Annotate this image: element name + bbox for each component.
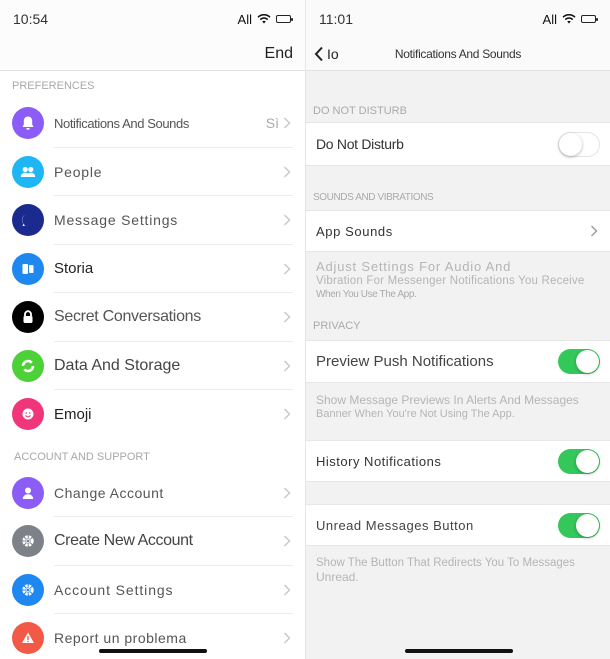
do-not-disturb-row: Do Not Disturb [306,122,610,166]
settings-row-data-storage[interactable]: Data And Storage [0,342,305,391]
history-notifications-row: History Notifications [306,440,610,482]
navigation-bar: End [0,38,305,71]
chevron-right-icon [284,360,291,372]
row-label: People [54,163,103,180]
gear-icon [12,573,44,606]
home-indicator [405,649,513,653]
app-sounds-description-2: Vibration For Messenger Notifications Yo… [316,275,585,287]
row-label: Unread Messages Button [316,517,474,533]
messenger-settings-screen: 10:54 All End PREFERENCES Notifications … [0,0,305,659]
row-label: Create New Account [54,532,193,550]
chevron-right-icon [284,535,291,547]
chevron-right-icon [284,408,291,420]
chevron-right-icon [284,117,291,129]
row-label: Storia [54,260,94,278]
end-button[interactable]: End [265,45,293,63]
data-storage-icon [12,349,44,382]
page-title: Notifications And Sounds [394,47,522,61]
notifications-sounds-screen: 11:01 All Io Notifications And Sounds DO… [305,0,610,659]
row-label: Notifications And Sounds [54,115,189,131]
settings-row-stories[interactable]: Storia [0,245,305,294]
unread-description-2: Unread. [316,570,359,584]
app-sounds-description-1: Adjust Settings For Audio And [316,259,512,274]
chevron-right-icon [284,584,291,596]
settings-row-people[interactable]: People [0,148,305,197]
row-label: Change Account [54,484,164,501]
chevron-right-icon [284,166,291,178]
lock-icon [12,301,44,334]
unread-messages-toggle[interactable] [558,512,600,538]
chevron-left-icon [314,46,323,62]
row-label: App Sounds [316,223,393,239]
section-header-do-not-disturb: DO NOT DISTURB [313,105,407,117]
row-label: Secret Conversations [54,308,201,326]
chevron-right-icon [284,632,291,644]
chevron-right-icon [284,263,291,275]
settings-row-message-settings[interactable]: Message Settings [0,196,305,245]
preview-push-description-2: Banner When You're Not Using The App. [316,408,515,420]
app-sounds-row[interactable]: App Sounds [306,210,610,252]
preview-push-row: Preview Push Notifications [306,340,610,383]
row-label: Account Settings [54,581,174,598]
row-label: Emoji [54,405,92,423]
history-notifications-toggle[interactable] [558,448,600,474]
status-bar: 11:01 All [306,0,610,38]
person-icon [12,476,44,509]
bell-icon [12,107,44,140]
navigation-bar: Io Notifications And Sounds [306,38,610,71]
carrier-label: All [237,11,252,27]
back-button[interactable]: Io [314,46,339,62]
settings-row-notifications[interactable]: Notifications And Sounds Sì [0,99,305,148]
row-label: Preview Push Notifications [316,353,494,370]
home-indicator [99,649,207,653]
chevron-right-icon [284,214,291,226]
message-bubble-icon [12,204,44,237]
status-time: 10:54 [13,11,49,27]
preview-push-toggle[interactable] [558,349,600,374]
unread-messages-row: Unread Messages Button [306,504,610,546]
unread-description-1: Show The Button That Redirects You To Me… [316,557,575,569]
settings-row-create-account[interactable]: Create New Account [0,517,305,566]
battery-icon [581,15,598,23]
chevron-right-icon [284,487,291,499]
gear-icon [12,525,44,558]
do-not-disturb-toggle[interactable] [558,131,600,157]
chevron-right-icon [284,311,291,323]
warning-icon [12,622,44,655]
people-icon [12,155,44,188]
row-label: Report un problema [54,630,187,647]
status-time: 11:01 [319,11,353,27]
section-header-privacy: PRIVACY [313,320,361,332]
row-value: Sì [265,115,279,132]
smiley-icon [12,398,44,431]
section-header-preferences: PREFERENCES [12,80,95,92]
settings-row-emoji[interactable]: Emoji [0,390,305,439]
back-label: Io [327,46,339,62]
wifi-icon [562,14,576,24]
stories-icon [12,252,44,285]
chevron-right-icon [591,225,598,237]
section-header-sounds-vibrations: SOUNDS AND VIBRATIONS [313,192,434,203]
status-bar: 10:54 All [0,0,305,38]
section-header-account-support: ACCOUNT AND SUPPORT [14,450,150,463]
battery-icon [276,15,293,23]
settings-row-change-account[interactable]: Change Account [0,469,305,518]
row-label: Data And Storage [54,356,181,374]
preview-push-description-1: Show Message Previews In Alerts And Mess… [316,393,579,407]
carrier-label: All [542,11,557,27]
row-label: History Notifications [316,453,442,469]
row-label: Message Settings [54,212,179,229]
row-label: Do Not Disturb [316,136,404,152]
settings-row-secret-conversations[interactable]: Secret Conversations [0,293,305,342]
settings-row-account-settings[interactable]: Account Settings [0,566,305,615]
wifi-icon [257,14,271,24]
app-sounds-description-3: When You Use The App. [316,289,417,300]
